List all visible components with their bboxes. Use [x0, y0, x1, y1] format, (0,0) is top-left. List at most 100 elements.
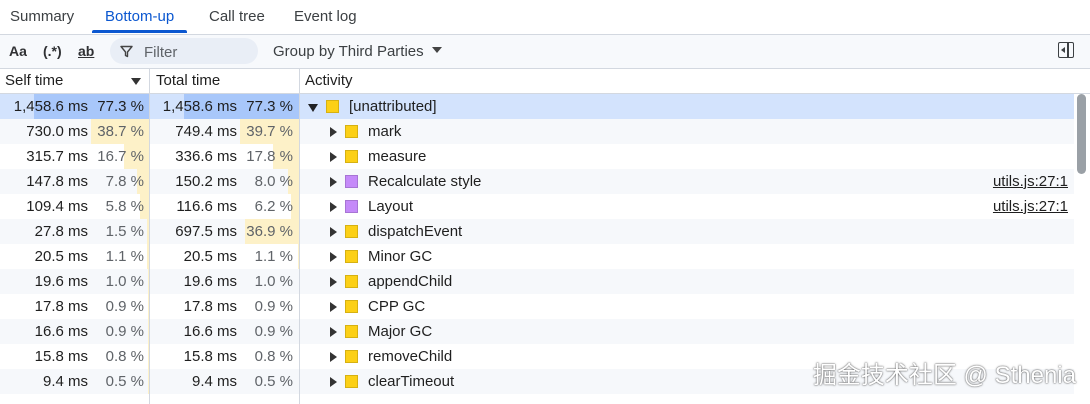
self-time-percent: 0.9 %	[105, 323, 144, 340]
tab-bottom-up[interactable]: Bottom-up	[91, 0, 188, 34]
expand-right-arrow-icon[interactable]	[330, 227, 337, 237]
self-time-value: 1,458.6 ms	[13, 98, 88, 115]
activity-name: Major GC	[368, 323, 433, 340]
match-case-button[interactable]: Aa	[9, 35, 27, 68]
self-time-value: 15.8 ms	[34, 348, 88, 365]
activity-name: Layout	[368, 198, 414, 215]
category-color-swatch	[345, 325, 358, 338]
table-row[interactable]: 109.4 ms 5.8 % 116.6 ms 6.2 % Layout utils.js…	[0, 194, 1074, 219]
self-time-percent: 0.8 %	[105, 348, 144, 365]
table-row[interactable]: 147.8 ms 7.8 % 150.2 ms 8.0 % Recalculate st…	[0, 169, 1074, 194]
total-time-header[interactable]: Total time	[156, 69, 220, 93]
regex-button[interactable]: (.*)	[43, 35, 62, 68]
expand-right-arrow-icon[interactable]	[330, 377, 337, 387]
tab-call-tree[interactable]: Call tree	[209, 0, 265, 34]
expand-right-arrow-icon[interactable]	[330, 252, 337, 262]
self-time-value: 315.7 ms	[26, 148, 88, 165]
category-color-swatch	[345, 200, 358, 213]
group-by-dropdown[interactable]: Group by Third Parties	[273, 35, 442, 68]
expand-right-arrow-icon[interactable]	[330, 177, 337, 187]
source-link[interactable]: utils.js:27:1	[993, 169, 1068, 194]
self-time-value: 17.8 ms	[34, 298, 88, 315]
category-color-swatch	[345, 125, 358, 138]
column-divider	[299, 94, 300, 404]
total-time-value: 9.4 ms	[191, 373, 237, 390]
tab-summary[interactable]: Summary	[10, 0, 74, 34]
table-row[interactable]: 730.0 ms 38.7 % 749.4 ms 39.7 % mark	[0, 119, 1074, 144]
toggle-sidebar-icon[interactable]	[1058, 42, 1074, 58]
activity-name: removeChild	[368, 348, 453, 365]
table-header: Self time Total time Activity	[0, 69, 1090, 94]
column-divider	[149, 94, 150, 404]
expand-down-arrow-icon[interactable]	[308, 104, 318, 112]
activity-name: [unattributed]	[349, 98, 437, 115]
activity-header[interactable]: Activity	[305, 69, 353, 93]
total-time-value: 19.6 ms	[183, 273, 237, 290]
expand-right-arrow-icon[interactable]	[330, 302, 337, 312]
activity-name: mark	[368, 123, 402, 140]
total-time-percent: 77.3 %	[246, 98, 293, 115]
expand-right-arrow-icon[interactable]	[330, 277, 337, 287]
category-color-swatch	[345, 275, 358, 288]
group-by-label: Group by Third Parties	[273, 43, 424, 60]
total-time-percent: 6.2 %	[254, 198, 293, 215]
self-time-percent: 5.8 %	[105, 198, 144, 215]
tab-event-log[interactable]: Event log	[294, 0, 357, 34]
total-time-percent: 0.9 %	[254, 323, 293, 340]
total-time-value: 116.6 ms	[176, 198, 237, 215]
self-time-header[interactable]: Self time	[5, 69, 63, 93]
total-time-percent: 8.0 %	[254, 173, 293, 190]
bottom-up-table: 1,458.6 ms 77.3 % 1,458.6 ms 77.3 % [unattri…	[0, 94, 1074, 404]
category-color-swatch	[326, 100, 339, 113]
self-time-value: 27.8 ms	[34, 223, 88, 240]
self-time-percent: 1.1 %	[105, 248, 144, 265]
total-time-percent: 0.9 %	[254, 298, 293, 315]
scrollbar-thumb[interactable]	[1077, 94, 1086, 174]
vertical-scrollbar[interactable]	[1074, 94, 1090, 404]
total-time-percent: 0.5 %	[254, 373, 293, 390]
self-time-percent: 16.7 %	[97, 148, 144, 165]
table-row[interactable]: 27.8 ms 1.5 % 697.5 ms 36.9 % dispatchEvent	[0, 219, 1074, 244]
table-row[interactable]: 20.5 ms 1.1 % 20.5 ms 1.1 % Minor GC	[0, 244, 1074, 269]
total-time-percent: 36.9 %	[246, 223, 293, 240]
expand-right-arrow-icon[interactable]	[330, 152, 337, 162]
sort-descending-icon	[131, 78, 141, 85]
panel-tab-bar: Summary Bottom-up Call tree Event log	[0, 0, 1090, 35]
total-time-value: 749.4 ms	[175, 123, 237, 140]
column-divider	[149, 69, 150, 93]
expand-right-arrow-icon[interactable]	[330, 202, 337, 212]
self-time-percent: 7.8 %	[105, 173, 144, 190]
column-divider	[299, 69, 300, 93]
expand-right-arrow-icon[interactable]	[330, 127, 337, 137]
self-time-value: 9.4 ms	[42, 373, 88, 390]
category-color-swatch	[345, 350, 358, 363]
filter-toolbar: Aa (.*) ab Group by Third Parties	[0, 35, 1090, 69]
table-row[interactable]: 19.6 ms 1.0 % 19.6 ms 1.0 % appendChild	[0, 269, 1074, 294]
table-row[interactable]: 17.8 ms 0.9 % 17.8 ms 0.9 % CPP GC	[0, 294, 1074, 319]
self-time-percent: 0.9 %	[105, 298, 144, 315]
table-row[interactable]: 315.7 ms 16.7 % 336.6 ms 17.8 % measure	[0, 144, 1074, 169]
expand-right-arrow-icon[interactable]	[330, 327, 337, 337]
filter-box[interactable]	[110, 38, 258, 64]
self-time-value: 109.4 ms	[26, 198, 88, 215]
whole-word-button[interactable]: ab	[78, 35, 94, 68]
category-color-swatch	[345, 300, 358, 313]
self-time-value: 147.8 ms	[26, 173, 88, 190]
watermark: 掘金技术社区 @ Sthenia	[812, 362, 1076, 389]
filter-input[interactable]	[142, 41, 256, 63]
expand-right-arrow-icon[interactable]	[330, 352, 337, 362]
self-time-value: 19.6 ms	[34, 273, 88, 290]
table-row[interactable]: 16.6 ms 0.9 % 16.6 ms 0.9 % Major GC	[0, 319, 1074, 344]
activity-name: appendChild	[368, 273, 453, 290]
activity-name: CPP GC	[368, 298, 426, 315]
activity-name: measure	[368, 148, 427, 165]
activity-name: Recalculate style	[368, 173, 482, 190]
table-row[interactable]: 1,458.6 ms 77.3 % 1,458.6 ms 77.3 % [unattri…	[0, 94, 1074, 119]
source-link[interactable]: utils.js:27:1	[993, 194, 1068, 219]
filter-funnel-icon	[120, 38, 133, 64]
total-time-value: 17.8 ms	[183, 298, 237, 315]
self-time-value: 730.0 ms	[26, 123, 88, 140]
total-time-percent: 1.0 %	[254, 273, 293, 290]
activity-name: clearTimeout	[368, 373, 455, 390]
chevron-down-icon	[431, 47, 442, 54]
